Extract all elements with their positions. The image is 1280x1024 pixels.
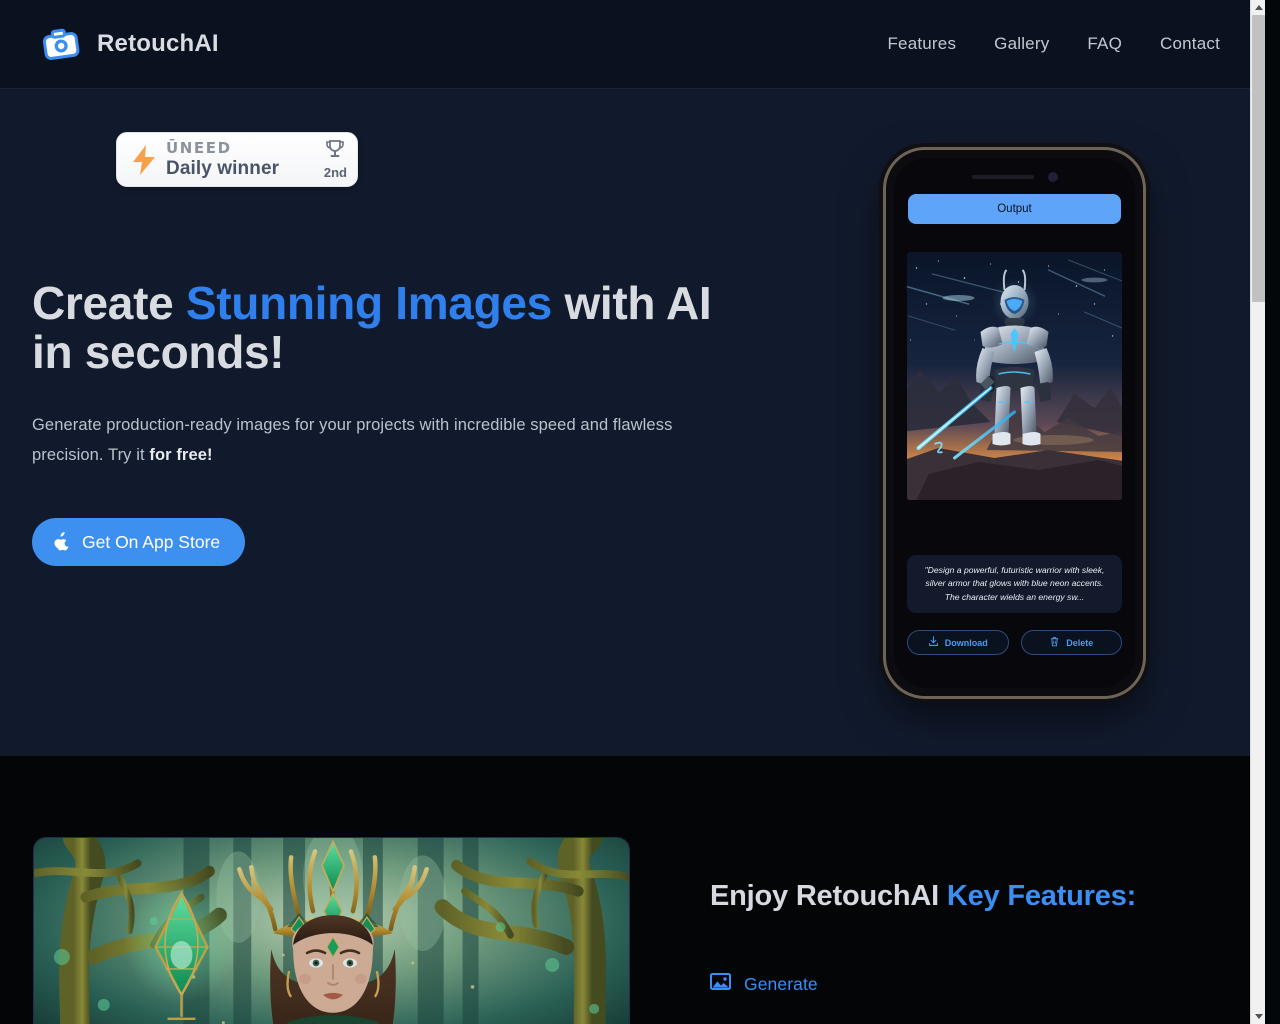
feature-item-generate[interactable]: Generate [710,972,1190,996]
scroll-up-arrow[interactable] [1251,0,1265,15]
features-title: Enjoy RetouchAI Key Features: [710,880,1190,913]
nav-link-contact[interactable]: Contact [1160,34,1220,54]
phone-screen: Output "Design a powerful, futuristic wa… [894,158,1135,688]
feature-label-generate: Generate [744,973,818,994]
lightning-bolt-icon [131,144,157,176]
trash-icon [1049,636,1060,649]
site-header: RetouchAI Features Gallery FAQ Contact [0,0,1265,89]
features-title-plain: Enjoy RetouchAI [710,880,947,912]
phone-action-buttons: Download Delete [907,630,1122,655]
phone-notch [894,172,1135,182]
brand-logo[interactable]: RetouchAI [42,28,219,61]
output-tab[interactable]: Output [908,194,1121,224]
badge-title: Daily winner [166,158,280,179]
subhead-text: Generate production-ready images for you… [32,416,673,465]
headline-part-1: Create [32,277,186,329]
headline-accent: Stunning Images [185,277,552,329]
hero-section: ŪNEED Daily winner 2nd Create Stunning I… [0,89,1265,756]
scroll-down-arrow[interactable] [1251,1009,1265,1024]
badge-brand: ŪNEED [166,139,232,157]
nav-link-features[interactable]: Features [887,34,956,54]
nav-link-faq[interactable]: FAQ [1087,34,1122,54]
delete-button[interactable]: Delete [1020,630,1122,655]
trophy-icon [324,139,346,164]
features-copy: Enjoy RetouchAI Key Features: Generate [710,880,1190,996]
hero-copy: Create Stunning Images with AI in second… [32,277,732,567]
get-on-app-store-button[interactable]: Get On App Store [32,518,246,567]
prompt-text: "Design a powerful, futuristic warrior w… [907,555,1122,613]
image-icon [710,972,731,996]
vertical-scrollbar[interactable] [1250,0,1265,1024]
generated-image [907,252,1122,500]
cta-label: Get On App Store [82,531,221,552]
camera-icon [42,28,80,61]
scrollbar-thumb[interactable] [1252,15,1265,302]
brand-name: RetouchAI [97,30,219,57]
page-title: Create Stunning Images with AI in second… [32,277,732,377]
nav-link-gallery[interactable]: Gallery [994,34,1049,54]
subhead-bold: for free! [149,446,213,465]
apple-icon [53,532,70,552]
gallery-image [33,837,630,1024]
download-button[interactable]: Download [907,630,1009,655]
earpiece-speaker-icon [971,175,1034,179]
page-viewport: RetouchAI Features Gallery FAQ Contact Ū… [0,0,1265,1024]
features-section: Enjoy RetouchAI Key Features: Generate [0,756,1265,1024]
download-icon [928,636,939,649]
front-camera-icon [1047,172,1058,182]
phone-mockup: Output "Design a powerful, futuristic wa… [883,147,1146,699]
features-title-accent: Key Features: [946,880,1137,912]
award-badge[interactable]: ŪNEED Daily winner 2nd [116,132,358,187]
main-navigation: Features Gallery FAQ Contact [887,34,1220,54]
download-label: Download [944,637,988,648]
badge-rank: 2nd [323,165,347,180]
hero-subheadline: Generate production-ready images for you… [32,410,697,470]
delete-label: Delete [1066,637,1094,648]
